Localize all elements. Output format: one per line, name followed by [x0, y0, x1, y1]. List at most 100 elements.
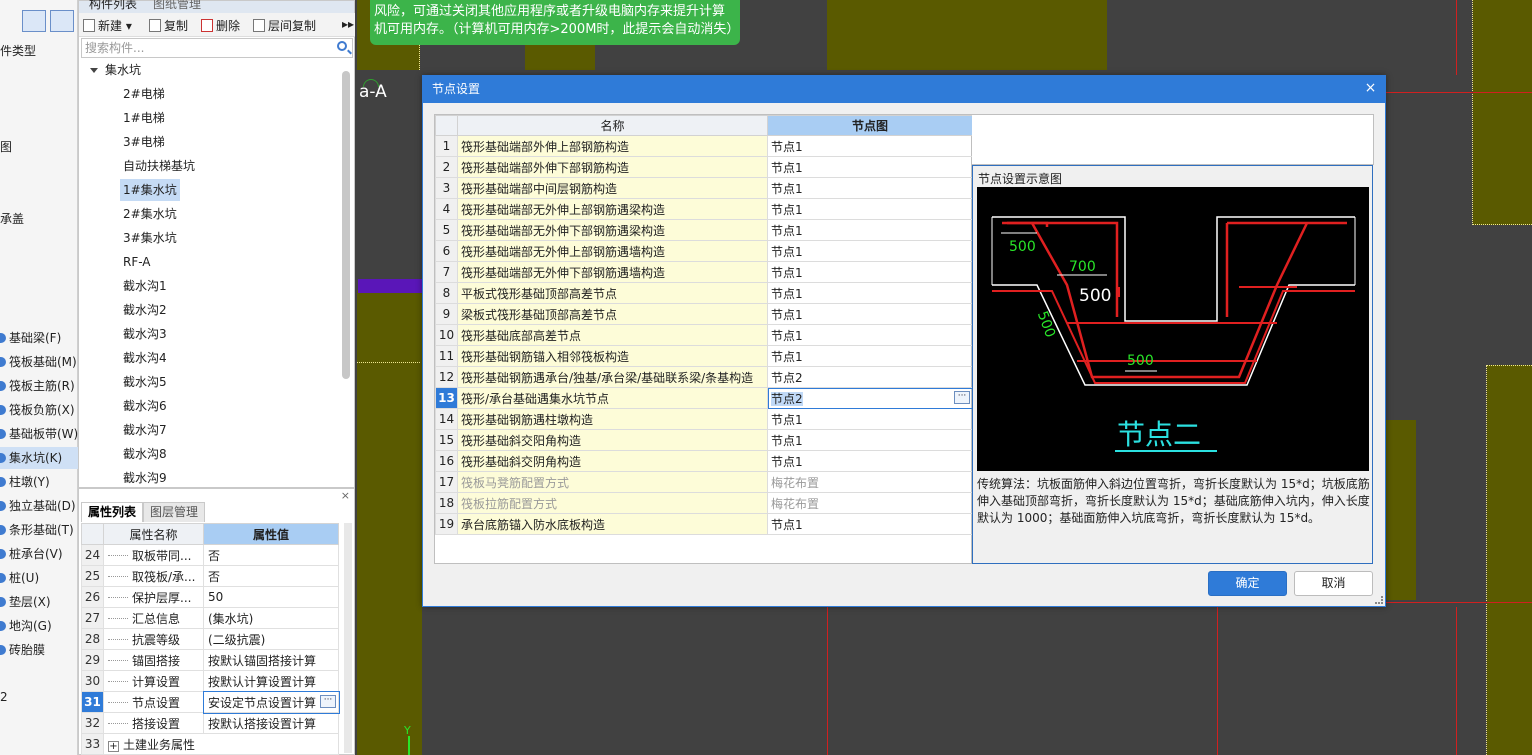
- property-row[interactable]: 31 节点设置 安设定节点设置计算 ···: [81, 690, 340, 714]
- component-search-input[interactable]: 搜索构件...: [81, 38, 353, 58]
- node-row[interactable]: 10 筏形基础底部高差节点 节点1: [435, 324, 973, 346]
- grid-view-icon[interactable]: [50, 10, 74, 32]
- new-button[interactable]: 新建 ▾: [83, 17, 132, 34]
- property-value[interactable]: 按默认锚固搭接计算: [203, 649, 339, 671]
- tree-item[interactable]: 截水沟1: [120, 275, 170, 297]
- node-row[interactable]: 16 筏形基础斜交阴角构造 节点1: [435, 450, 973, 472]
- node-row[interactable]: 7 筏形基础端部无外伸下部钢筋遇墙构造 节点1: [435, 261, 973, 283]
- tree-item[interactable]: 1#集水坑: [120, 179, 180, 201]
- category-item[interactable]: 柱墩(Y): [0, 471, 78, 493]
- category-item[interactable]: 筏板负筋(X): [0, 399, 78, 421]
- node-value-cell[interactable]: 节点1: [767, 198, 973, 220]
- property-row[interactable]: 24 取板带同... 否: [81, 544, 339, 566]
- tree-item[interactable]: 截水沟9: [120, 467, 170, 487]
- category-item[interactable]: 独立基础(D): [0, 495, 78, 517]
- node-value-cell[interactable]: 节点1: [767, 156, 973, 178]
- tree-item[interactable]: 截水沟2: [120, 299, 170, 321]
- property-row[interactable]: 28 抗震等级 (二级抗震): [81, 628, 339, 650]
- node-row[interactable]: 2 筏形基础端部外伸下部钢筋构造 节点1: [435, 156, 973, 178]
- node-row[interactable]: 5 筏形基础端部无外伸下部钢筋遇梁构造 节点1: [435, 219, 973, 241]
- node-row[interactable]: 4 筏形基础端部无外伸上部钢筋遇梁构造 节点1: [435, 198, 973, 220]
- node-value-cell[interactable]: 节点2: [767, 366, 973, 388]
- category-item[interactable]: 地沟(G): [0, 615, 78, 637]
- node-value-cell[interactable]: 节点1: [767, 282, 973, 304]
- category-item[interactable]: 条形基础(T): [0, 519, 78, 541]
- tree-item[interactable]: 截水沟7: [120, 419, 170, 441]
- tab-property-list[interactable]: 属性列表: [81, 502, 144, 522]
- property-group[interactable]: + 土建业务属性: [103, 733, 339, 755]
- node-value-cell[interactable]: 梅花布置: [767, 471, 973, 493]
- delete-button[interactable]: 删除: [201, 17, 240, 34]
- ellipsis-icon[interactable]: ···: [320, 695, 336, 708]
- node-value-cell[interactable]: 节点1: [767, 513, 973, 535]
- node-row[interactable]: 1 筏形基础端部外伸上部钢筋构造 节点1: [435, 135, 973, 157]
- close-icon[interactable]: ×: [1362, 80, 1379, 97]
- resize-grip-icon[interactable]: [1375, 596, 1383, 604]
- component-list-scrollbar[interactable]: [342, 71, 350, 379]
- node-row[interactable]: 11 筏形基础钢筋锚入相邻筏板构造 节点1: [435, 345, 973, 367]
- property-value[interactable]: 按默认计算设置计算: [203, 670, 339, 692]
- tab-drawing-management[interactable]: 图纸管理: [153, 0, 201, 12]
- tree-item[interactable]: 截水沟6: [120, 395, 170, 417]
- node-value-cell[interactable]: 梅花布置: [767, 492, 973, 514]
- tree-item[interactable]: 3#集水坑: [120, 227, 180, 249]
- property-value[interactable]: 否: [203, 565, 339, 587]
- property-value[interactable]: 按默认搭接设置计算: [203, 712, 339, 734]
- node-value-cell[interactable]: 节点1: [767, 408, 973, 430]
- category-item[interactable]: 基础梁(F): [0, 327, 78, 349]
- node-value-cell[interactable]: 节点1: [767, 324, 973, 346]
- tree-item[interactable]: 截水沟4: [120, 347, 170, 369]
- property-value[interactable]: 50: [203, 586, 339, 608]
- toolbar-overflow-icon[interactable]: ▸▸: [342, 17, 354, 31]
- tab-layer-management[interactable]: 图层管理: [143, 502, 206, 522]
- node-row[interactable]: 17 筏板马凳筋配置方式 梅花布置: [435, 471, 973, 493]
- copy-button[interactable]: 复制: [149, 17, 188, 34]
- cancel-button[interactable]: 取消: [1294, 571, 1373, 596]
- category-item[interactable]: 集水坑(K): [0, 447, 78, 469]
- ellipsis-icon[interactable]: ···: [954, 391, 970, 404]
- node-row[interactable]: 19 承台底筋锚入防水底板构造 节点1: [435, 513, 973, 535]
- node-row[interactable]: 13 筏形/承台基础遇集水坑节点 节点2 ···: [435, 387, 973, 409]
- property-row[interactable]: 27 汇总信息 (集水坑): [81, 607, 339, 629]
- node-value-cell[interactable]: 节点1: [767, 345, 973, 367]
- tree-root-node[interactable]: 集水坑: [87, 59, 144, 81]
- node-value-cell[interactable]: 节点2 ···: [767, 387, 973, 409]
- property-row[interactable]: 30 计算设置 按默认计算设置计算: [81, 670, 339, 692]
- node-row[interactable]: 3 筏形基础端部中间层钢筋构造 节点1: [435, 177, 973, 199]
- node-value-cell[interactable]: 节点1: [767, 261, 973, 283]
- tree-item[interactable]: 截水沟8: [120, 443, 170, 465]
- property-row[interactable]: 32 搭接设置 按默认搭接设置计算: [81, 712, 339, 734]
- tree-item[interactable]: RF-A: [120, 251, 154, 273]
- category-item[interactable]: 桩承台(V): [0, 543, 78, 565]
- category-item[interactable]: 基础板带(W): [0, 423, 78, 445]
- tree-item[interactable]: 2#集水坑: [120, 203, 180, 225]
- node-row[interactable]: 9 梁板式筏形基础顶部高差节点 节点1: [435, 303, 973, 325]
- node-row[interactable]: 6 筏形基础端部无外伸上部钢筋遇墙构造 节点1: [435, 240, 973, 262]
- node-value-cell[interactable]: 节点1: [767, 303, 973, 325]
- property-value[interactable]: 否: [203, 544, 339, 566]
- node-value-cell[interactable]: 节点1: [767, 450, 973, 472]
- node-row[interactable]: 18 筏板拉筋配置方式 梅花布置: [435, 492, 973, 514]
- property-value[interactable]: (二级抗震): [203, 628, 339, 650]
- dialog-title-bar[interactable]: 节点设置 ×: [423, 76, 1385, 103]
- property-value[interactable]: (集水坑): [203, 607, 339, 629]
- node-value-cell[interactable]: 节点1: [767, 240, 973, 262]
- tab-component-list[interactable]: 构件列表: [89, 0, 137, 12]
- close-icon[interactable]: ×: [341, 489, 350, 502]
- expand-caret-icon[interactable]: [90, 68, 98, 73]
- node-row[interactable]: 15 筏形基础斜交阳角构造 节点1: [435, 429, 973, 451]
- node-value-cell[interactable]: 节点1: [767, 219, 973, 241]
- tree-item[interactable]: 截水沟5: [120, 371, 170, 393]
- category-item[interactable]: 砖胎膜: [0, 639, 78, 661]
- property-row[interactable]: 33 + 土建业务属性: [81, 733, 339, 755]
- floor-copy-button[interactable]: 层间复制: [253, 17, 316, 34]
- tree-item[interactable]: 截水沟3: [120, 323, 170, 345]
- tree-item[interactable]: 1#电梯: [120, 107, 168, 129]
- property-row[interactable]: 25 取筏板/承... 否: [81, 565, 339, 587]
- category-item[interactable]: 桩(U): [0, 567, 78, 589]
- node-value-cell[interactable]: 节点1: [767, 429, 973, 451]
- property-scrollbar[interactable]: [344, 523, 352, 753]
- node-row[interactable]: 12 筏形基础钢筋遇承台/独基/承台梁/基础联系梁/条基构造 节点2: [435, 366, 973, 388]
- tree-item[interactable]: 2#电梯: [120, 83, 168, 105]
- property-value[interactable]: 安设定节点设置计算 ···: [202, 690, 340, 714]
